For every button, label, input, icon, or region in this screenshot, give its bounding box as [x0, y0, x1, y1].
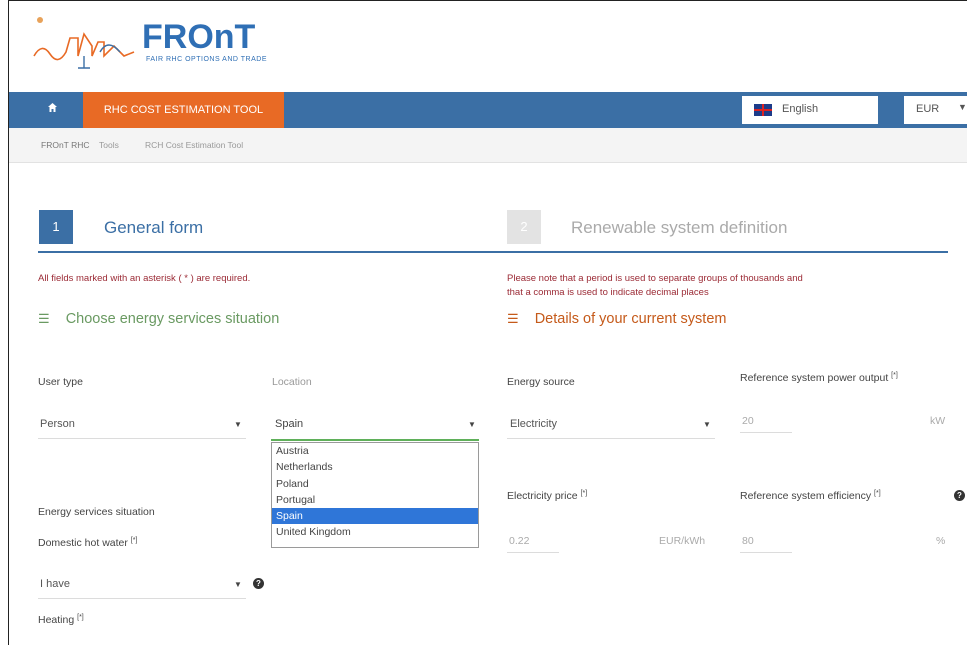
heating-label: Heating [*]: [38, 614, 84, 626]
energy-source-label: Energy source: [507, 376, 575, 388]
reference-efficiency-underline: [740, 552, 792, 553]
tab-rhc-cost-estimation-tool[interactable]: RHC COST ESTIMATION TOOL: [83, 92, 284, 128]
location-option-united-kingdom[interactable]: United Kingdom: [272, 524, 478, 540]
reference-power-underline: [740, 432, 792, 433]
energy-source-underline: [507, 438, 715, 439]
reference-efficiency-input[interactable]: 80: [742, 535, 754, 547]
logo-wordmark: FROnT: [142, 18, 256, 56]
main-navbar: RHC COST ESTIMATION TOOL English EUR ▼: [9, 92, 967, 128]
location-option-netherlands[interactable]: Netherlands: [272, 459, 478, 475]
heating-label-text: Heating: [38, 614, 75, 626]
language-select[interactable]: English: [742, 96, 878, 124]
layers-icon: ☰: [38, 311, 50, 326]
caret-down-icon[interactable]: ▼: [703, 420, 711, 429]
domestic-hot-water-value[interactable]: I have: [40, 578, 70, 590]
location-option-portugal[interactable]: Portugal: [272, 492, 478, 508]
home-icon[interactable]: [47, 101, 58, 116]
reference-efficiency-label-text: Reference system efficiency: [740, 490, 872, 502]
reference-power-label: Reference system power output [*]: [740, 372, 898, 384]
logo-tagline: FAIR RHC OPTIONS AND TRADE: [146, 56, 267, 63]
caret-down-icon[interactable]: ▼: [468, 420, 476, 429]
step-1-title[interactable]: General form: [104, 218, 203, 238]
logo-skyline-icon: [33, 17, 135, 69]
section-current-system-title: Details of your current system: [534, 311, 727, 327]
section-energy-services-title: Choose energy services situation: [65, 311, 280, 327]
front-logo[interactable]: FROnT FAIR RHC OPTIONS AND TRADE: [30, 12, 270, 72]
section-energy-services: ☰ Choose energy services situation: [38, 311, 279, 327]
reference-efficiency-label: Reference system efficiency [*]: [740, 490, 881, 502]
caret-down-icon[interactable]: ▼: [234, 420, 242, 429]
step-1-number[interactable]: 1: [39, 210, 73, 244]
electricity-price-label: Electricity price [*]: [507, 490, 587, 502]
location-option-spain[interactable]: Spain: [272, 508, 478, 525]
electricity-price-unit: EUR/kWh: [659, 535, 706, 547]
required-marker: [*]: [580, 490, 588, 497]
electricity-price-label-text: Electricity price: [507, 490, 578, 502]
currency-select[interactable]: EUR ▼: [904, 96, 967, 124]
energy-services-label: Energy services situation: [38, 506, 155, 518]
domestic-hot-water-label: Domestic hot water [*]: [38, 537, 137, 549]
required-marker: [*]: [130, 537, 138, 544]
layers-icon: ☰: [507, 311, 519, 326]
electricity-price-underline: [507, 552, 559, 553]
help-icon[interactable]: ?: [954, 490, 965, 501]
caret-down-icon[interactable]: ▼: [234, 580, 242, 589]
required-marker: [*]: [77, 614, 84, 621]
reference-power-input[interactable]: 20: [742, 415, 754, 427]
breadcrumb: FROnT RHC Tools RCH Cost Estimation Tool: [9, 128, 967, 163]
location-label: Location: [272, 376, 312, 388]
energy-source-value[interactable]: Electricity: [510, 418, 557, 430]
steps-divider: [38, 251, 948, 253]
location-option-austria[interactable]: Austria: [272, 443, 478, 459]
required-marker: [*]: [874, 490, 881, 497]
location-option-poland[interactable]: Poland: [272, 476, 478, 492]
required-fields-note: All fields marked with an asterisk ( * )…: [38, 273, 251, 284]
user-type-underline: [38, 438, 246, 439]
dhw-underline: [38, 598, 246, 599]
breadcrumb-item[interactable]: FROnT RHC: [41, 140, 90, 150]
user-type-value[interactable]: Person: [40, 418, 75, 430]
breadcrumb-item: RCH Cost Estimation Tool: [145, 140, 244, 150]
uk-flag-icon: [754, 104, 772, 116]
location-dropdown-list[interactable]: Austria Netherlands Poland Portugal Spai…: [271, 442, 479, 548]
location-value[interactable]: Spain: [275, 418, 303, 430]
breadcrumb-item[interactable]: Tools: [99, 140, 119, 150]
domestic-hot-water-label-text: Domestic hot water: [38, 537, 128, 549]
decimal-note-line-1: Please note that a period is used to sep…: [507, 273, 803, 284]
location-underline-focused: [271, 439, 479, 441]
user-type-label: User type: [38, 376, 83, 388]
electricity-price-input[interactable]: 0.22: [509, 535, 529, 547]
reference-power-unit: kW: [930, 415, 946, 427]
reference-power-label-text: Reference system power output: [740, 372, 889, 384]
help-icon[interactable]: ?: [253, 578, 264, 589]
language-label: English: [782, 103, 819, 115]
currency-label: EUR: [916, 103, 940, 115]
step-2-number[interactable]: 2: [507, 210, 541, 244]
required-marker: [*]: [891, 372, 898, 379]
step-2-title[interactable]: Renewable system definition: [571, 218, 787, 238]
caret-down-icon: ▼: [958, 102, 967, 112]
reference-efficiency-unit: %: [936, 535, 946, 547]
section-current-system: ☰ Details of your current system: [507, 311, 726, 327]
decimal-note-line-2: that a comma is used to indicate decimal…: [507, 287, 709, 298]
decimal-note: Please note that a period is used to sep…: [507, 272, 947, 300]
